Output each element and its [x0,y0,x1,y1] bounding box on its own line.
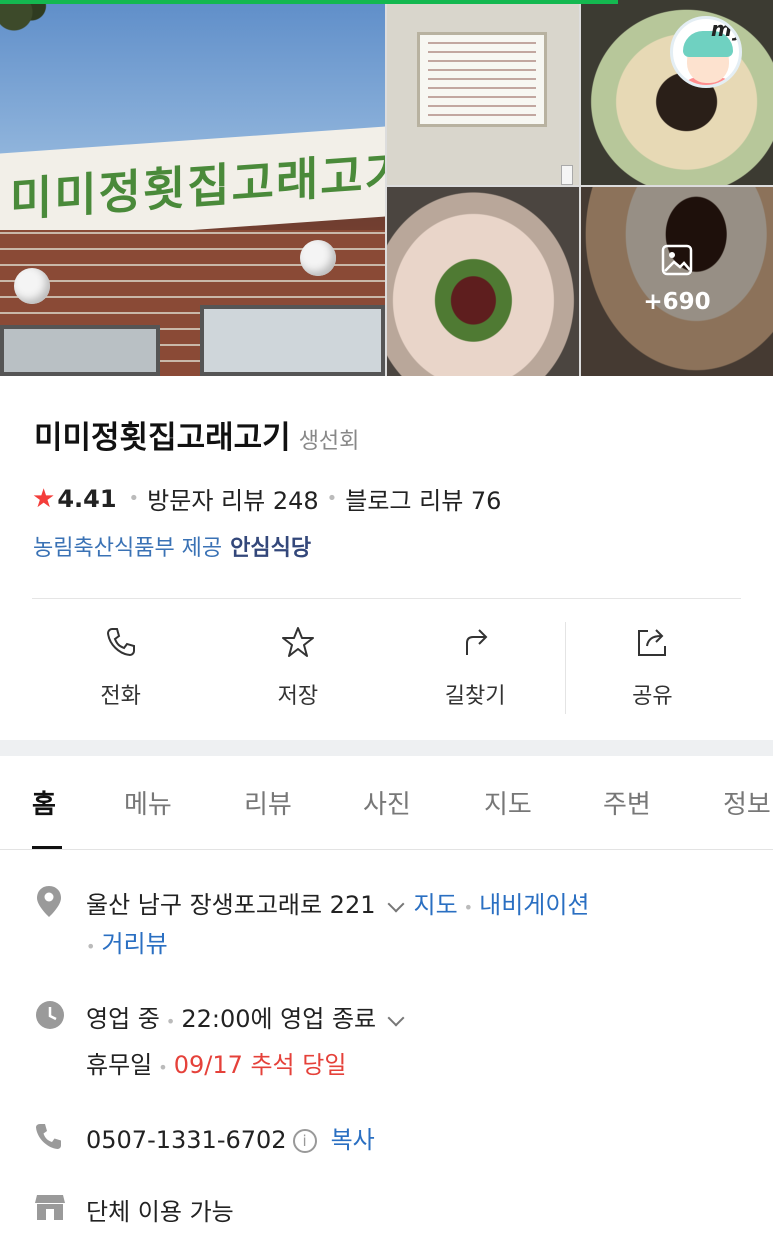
street-view-line: • 거리뷰 [86,924,168,959]
lamp [300,240,336,276]
my-badge: my [711,17,742,41]
tab-info[interactable]: 정보 [723,784,771,821]
chevron-down-icon[interactable] [387,1009,405,1027]
separator-dot: • [463,898,474,917]
close-time: 22:00에 영업 종료 [181,1005,377,1033]
action-bar: 전화 저장 길찾기 공유 [32,620,741,715]
phone-icon [36,1124,61,1149]
menu-board-photo[interactable] [387,0,579,185]
save-label: 저장 [277,684,319,709]
address-text: 울산 남구 장생포고래로 221 [86,891,376,919]
gallery-icon [661,244,693,276]
share-button[interactable]: 공유 [564,620,741,715]
address-line: 울산 남구 장생포고래로 221 지도 • 내비게이션 [86,885,590,920]
share-icon [638,629,667,656]
place-category: 생선회 [298,429,360,454]
place-title-row: 미미정횟집고래고기 생선회 [34,412,359,457]
tab-nearby[interactable]: 주변 [603,784,651,821]
dish-photo[interactable] [581,0,773,185]
rating-value: 4.41 [57,484,117,513]
location-pin-icon [37,886,61,917]
street-view-link[interactable]: 거리뷰 [101,930,167,958]
holiday-line: 휴무일 • 09/17 추석 당일 [86,1045,346,1080]
info-icon[interactable]: i [292,1129,317,1153]
rating-row: ★ 4.41 • 방문자 리뷰 248 • 블로그 리뷰 76 [32,481,501,516]
holiday-value: 09/17 추석 당일 [173,1051,347,1079]
tab-map[interactable]: 지도 [484,784,532,821]
separator-dot: • [158,1058,168,1077]
phone-line: 0507-1331-6702 i 복사 [86,1120,375,1155]
tab-photos[interactable]: 사진 [363,784,411,821]
tree [0,0,70,60]
directions-button[interactable]: 길찾기 [387,620,564,715]
storefront-photo[interactable]: 미미정횟집고래고기 [0,0,385,376]
active-tab-indicator [32,846,62,849]
store-icon [35,1195,65,1220]
save-button[interactable]: 저장 [209,620,386,715]
separator-dot: • [128,488,140,509]
cert-source[interactable]: 농림축산식품부 제공 [33,536,222,561]
safe-restaurant-badge: 안심식당 [230,536,312,561]
map-link[interactable]: 지도 [414,891,458,919]
divider [32,598,741,599]
menu-board [417,32,547,127]
tab-menu[interactable]: 메뉴 [124,784,172,821]
clock-icon [36,1001,64,1029]
chevron-down-icon[interactable] [387,895,404,913]
blog-reviews-link[interactable]: 블로그 리뷰 76 [345,481,501,516]
copy-button[interactable]: 복사 [331,1126,375,1154]
call-button[interactable]: 전화 [32,620,209,715]
tab-home[interactable]: 홈 [32,784,56,821]
navigation-link[interactable]: 내비게이션 [479,891,589,919]
share-label: 공유 [632,684,673,709]
action-divider [565,622,566,714]
separator-dot: • [86,937,96,956]
phone-number[interactable]: 0507-1331-6702 [86,1126,287,1154]
window [200,305,385,376]
more-photos-count[interactable]: +690 [581,289,773,315]
visitor-reviews-link[interactable]: 방문자 리뷰 248 [147,481,318,516]
more-photos-tile[interactable] [581,187,773,376]
hours-line[interactable]: 영업 중 • 22:00에 영업 종료 [86,999,414,1034]
call-label: 전화 [100,684,141,709]
open-status: 영업 중 [86,1005,160,1033]
my-avatar[interactable]: my [670,16,742,88]
photo-overlay [581,187,773,376]
place-name: 미미정횟집고래고기 [34,420,291,456]
tab-reviews[interactable]: 리뷰 [244,784,292,821]
lamp [14,268,50,304]
phone-icon [106,628,135,657]
section-band [0,740,773,756]
directions-icon [466,629,488,655]
wall-switch [561,165,573,185]
window [0,325,160,376]
directions-label: 길찾기 [444,684,506,709]
holiday-label: 휴무일 [86,1051,153,1079]
star-icon [281,627,314,657]
group-text: 단체 이용 가능 [86,1198,234,1226]
separator-dot: • [326,488,338,509]
certification-row: 농림축산식품부 제공 안심식당 [33,530,311,562]
page-load-progress [0,0,618,4]
dish-photo[interactable] [387,187,579,376]
separator-dot: • [165,1012,176,1031]
tab-bar: 홈 메뉴 리뷰 사진 지도 주변 정보 [0,756,773,850]
photo-grid: 미미정횟집고래고기 +690 my [0,0,773,376]
star-icon: ★ [32,483,56,514]
